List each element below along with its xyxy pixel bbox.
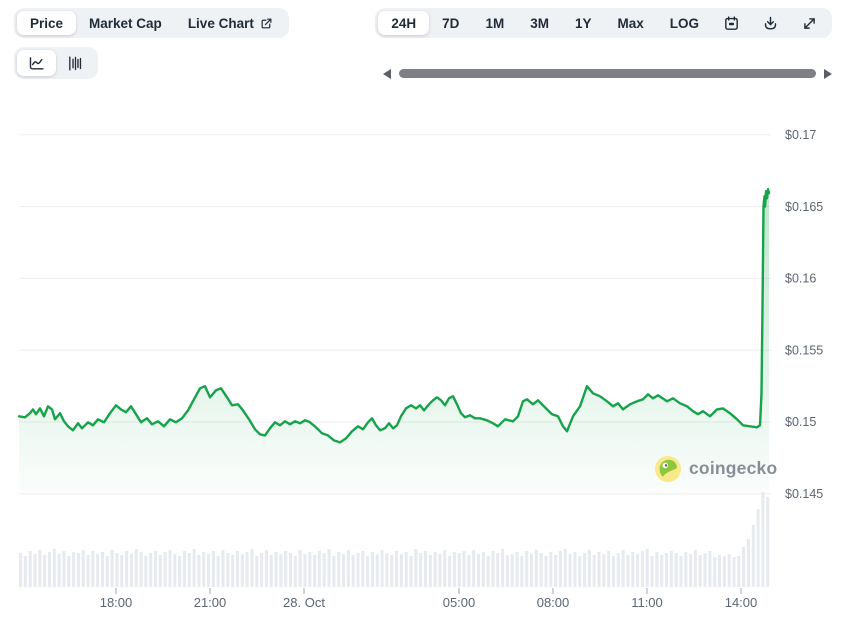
coingecko-logo-icon	[655, 456, 681, 482]
svg-text:18:00: 18:00	[100, 595, 133, 610]
svg-text:11:00: 11:00	[631, 595, 663, 610]
time-axis-ticks	[116, 588, 741, 594]
svg-text:$0.145: $0.145	[785, 487, 823, 501]
coingecko-wordmark: coingecko	[689, 458, 777, 479]
svg-text:21:00: 21:00	[194, 595, 227, 610]
volume-bars	[19, 492, 769, 587]
svg-text:08:00: 08:00	[537, 595, 570, 610]
svg-text:$0.15: $0.15	[785, 415, 816, 429]
coingecko-watermark: coingecko	[655, 455, 777, 482]
svg-text:28. Oct: 28. Oct	[283, 595, 325, 610]
time-axis-labels: 18:00 21:00 28. Oct 05:00 08:00 11:00 14:00	[100, 595, 758, 610]
svg-text:$0.16: $0.16	[785, 272, 816, 286]
price-area-fill	[19, 189, 769, 492]
svg-text:$0.155: $0.155	[785, 343, 823, 357]
svg-text:$0.165: $0.165	[785, 200, 823, 214]
price-chart[interactable]: $0.17 $0.165 $0.16 $0.155 $0.15 $0.145 18:00 21…	[0, 0, 846, 623]
svg-text:05:00: 05:00	[443, 595, 476, 610]
svg-text:$0.17: $0.17	[785, 128, 816, 142]
price-axis-labels: $0.17 $0.165 $0.16 $0.155 $0.15 $0.145	[785, 128, 823, 501]
svg-text:14:00: 14:00	[725, 595, 758, 610]
